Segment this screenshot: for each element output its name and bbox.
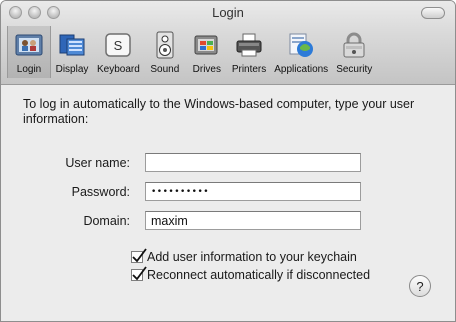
toolbar-item-printers[interactable]: Printers (228, 26, 270, 78)
window-chrome: Login Login Display S Keyboard Sound Dri… (1, 1, 455, 85)
login-icon (12, 30, 46, 60)
keyboard-key-glyph: S (114, 38, 123, 53)
toolbar-label-sound: Sound (150, 64, 180, 75)
reconnect-checkbox-row[interactable]: Reconnect automatically if disconnected (131, 266, 371, 283)
keyboard-icon: S (101, 30, 135, 60)
domain-row: Domain: (1, 211, 455, 233)
login-window: Login Login Display S Keyboard Sound Dri… (0, 0, 456, 322)
toolbar-item-display[interactable]: Display (51, 26, 93, 78)
toolbar-label-printers: Printers (231, 64, 267, 75)
toolbar-item-applications[interactable]: Applications (270, 26, 332, 78)
domain-field[interactable] (145, 211, 361, 230)
toolbar-item-keyboard[interactable]: S Keyboard (93, 26, 144, 78)
window-title: Login (212, 5, 244, 20)
checkmark-icon (132, 266, 147, 281)
toolbar-item-security[interactable]: Security (332, 26, 376, 78)
applications-icon (284, 30, 318, 60)
reconnect-label: Reconnect automatically if disconnected (147, 268, 371, 282)
password-field[interactable] (145, 182, 361, 201)
username-label: User name: (65, 156, 130, 170)
toolbar-item-login[interactable]: Login (7, 26, 51, 78)
login-pane: To log in automatically to the Windows-b… (1, 85, 455, 321)
keychain-label: Add user information to your keychain (147, 250, 357, 264)
sound-icon (148, 30, 182, 60)
checkmark-icon (132, 248, 147, 263)
help-icon: ? (416, 278, 424, 294)
password-label: Password: (71, 185, 130, 199)
domain-label: Domain: (83, 214, 130, 228)
password-row: Password: (1, 182, 455, 204)
toolbar-toggle-button[interactable] (421, 7, 445, 19)
toolbar-label-security: Security (336, 64, 373, 75)
username-row: User name: (1, 153, 455, 175)
toolbar-item-drives[interactable]: Drives (186, 26, 228, 78)
help-button[interactable]: ? (409, 275, 431, 297)
toolbar-label-keyboard: Keyboard (97, 64, 140, 75)
toolbar-label-applications: Applications (274, 64, 329, 75)
intro-text: To log in automatically to the Windows-b… (23, 97, 415, 126)
toolbar: Login Display S Keyboard Sound Drives Pr… (7, 26, 455, 84)
toolbar-label-drives: Drives (192, 64, 221, 75)
toolbar-item-sound[interactable]: Sound (144, 26, 186, 78)
display-icon (55, 30, 89, 60)
keychain-checkbox-row[interactable]: Add user information to your keychain (131, 248, 357, 265)
toolbar-label-login: Login (16, 64, 42, 75)
printers-icon (232, 30, 266, 60)
reconnect-checkbox[interactable] (131, 266, 147, 281)
drives-icon (190, 30, 224, 60)
toolbar-label-display: Display (55, 64, 89, 75)
username-field[interactable] (145, 153, 361, 172)
keychain-checkbox[interactable] (131, 248, 147, 263)
security-icon (337, 30, 371, 60)
